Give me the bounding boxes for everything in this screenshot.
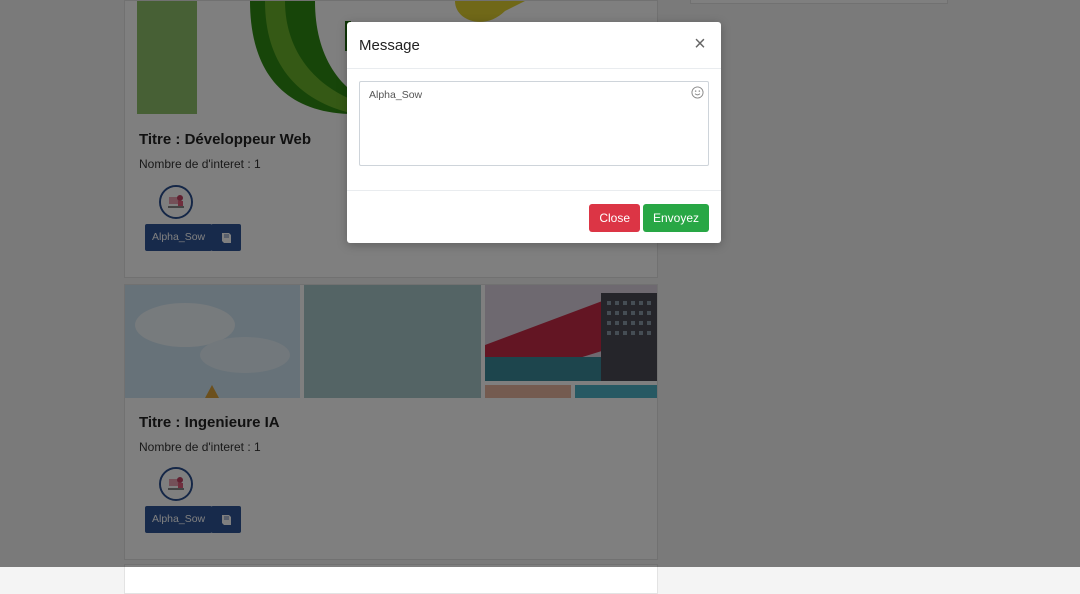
- close-button[interactable]: Close: [589, 204, 640, 232]
- message-textarea[interactable]: Alpha_Sow: [359, 81, 709, 166]
- message-modal: Message × Alpha_Sow Close Envoyez: [347, 22, 721, 243]
- modal-header: Message ×: [347, 22, 721, 69]
- send-button[interactable]: Envoyez: [642, 204, 709, 232]
- close-icon[interactable]: ×: [691, 34, 709, 54]
- modal-footer: Close Envoyez: [347, 190, 721, 244]
- smiley-icon[interactable]: [691, 86, 704, 99]
- modal-title: Message: [359, 37, 420, 54]
- job-card: [124, 564, 658, 594]
